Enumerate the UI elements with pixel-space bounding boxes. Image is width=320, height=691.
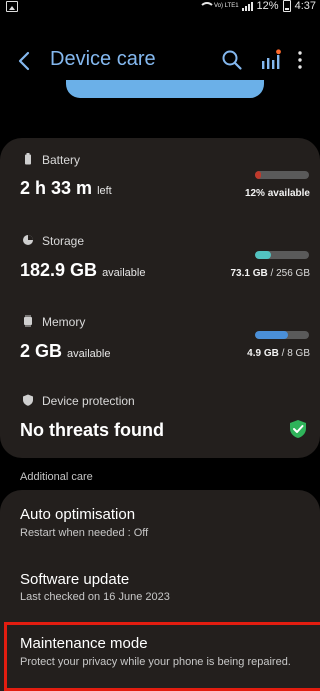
- storage-bar: [255, 251, 309, 259]
- storage-usage-note: 73.1 GB / 256 GB: [230, 268, 310, 279]
- diagnostics-icon[interactable]: [260, 49, 282, 71]
- memory-suffix: available: [67, 348, 111, 360]
- storage-suffix: available: [102, 267, 146, 279]
- shield-check-icon: [290, 420, 306, 438]
- search-icon[interactable]: [221, 49, 243, 71]
- back-arrow-icon[interactable]: [14, 50, 36, 72]
- protection-status: No threats found: [20, 420, 164, 440]
- storage-used: 73.1 GB: [230, 268, 268, 279]
- page-title: Device care: [50, 48, 156, 70]
- storage-icon: [23, 235, 33, 245]
- list-item-subtitle: Restart when needed : Off: [20, 527, 149, 539]
- network-label: Vo) LTE1: [213, 3, 239, 9]
- storage-bar-fill: [255, 251, 271, 259]
- list-item-title: Auto optimisation: [20, 506, 136, 523]
- battery-time-left: 2 h 33 m left: [20, 178, 112, 199]
- list-item-subtitle: Last checked on 16 June 2023: [20, 591, 170, 603]
- care-score-arc[interactable]: [66, 80, 264, 98]
- list-item-title: Software update: [20, 571, 130, 588]
- battery-icon: [25, 153, 31, 165]
- battery-percent-tail: available: [267, 188, 310, 199]
- additional-care-heading: Additional care: [20, 471, 93, 483]
- signal-icon: [241, 1, 253, 11]
- battery-time-value: 2 h 33 m: [20, 178, 93, 198]
- protection-label: Device protection: [42, 394, 135, 408]
- memory-used: 4.9 GB: [247, 348, 279, 359]
- memory-available: 2 GB available: [20, 341, 110, 362]
- battery-percent: 12%: [256, 0, 279, 12]
- storage-total: 256 GB: [276, 268, 310, 279]
- memory-value: 2 GB: [20, 341, 63, 361]
- status-icons: Vo) LTE1 12% 4:37: [198, 0, 316, 12]
- battery-bar-fill: [255, 171, 262, 179]
- battery-bar: [255, 171, 309, 179]
- battery-icon: [282, 0, 291, 12]
- shield-outline-icon: [23, 394, 33, 406]
- memory-total: 8 GB: [287, 348, 310, 359]
- memory-label: Memory: [42, 315, 86, 329]
- memory-usage-note: 4.9 GB / 8 GB: [247, 348, 310, 359]
- memory-bar: [255, 331, 309, 339]
- storage-value: 182.9 GB: [20, 260, 98, 280]
- memory-icon: [24, 315, 32, 327]
- battery-time-suffix: left: [97, 185, 112, 197]
- memory-bar-fill: [255, 331, 288, 339]
- status-bar: Vo) LTE1 12% 4:37: [0, 0, 320, 14]
- highlight-box: [4, 622, 320, 691]
- gallery-icon: [6, 1, 18, 12]
- battery-available-note: 12% available: [245, 188, 310, 199]
- storage-available: 182.9 GB available: [20, 260, 145, 281]
- app-bar: Device care: [0, 38, 320, 82]
- wifi-icon: [198, 1, 215, 11]
- clock: 4:37: [294, 0, 316, 12]
- more-options-icon[interactable]: [292, 49, 308, 71]
- battery-label: Battery: [42, 153, 81, 167]
- storage-label: Storage: [42, 234, 85, 248]
- battery-percent-value: 12%: [244, 188, 265, 199]
